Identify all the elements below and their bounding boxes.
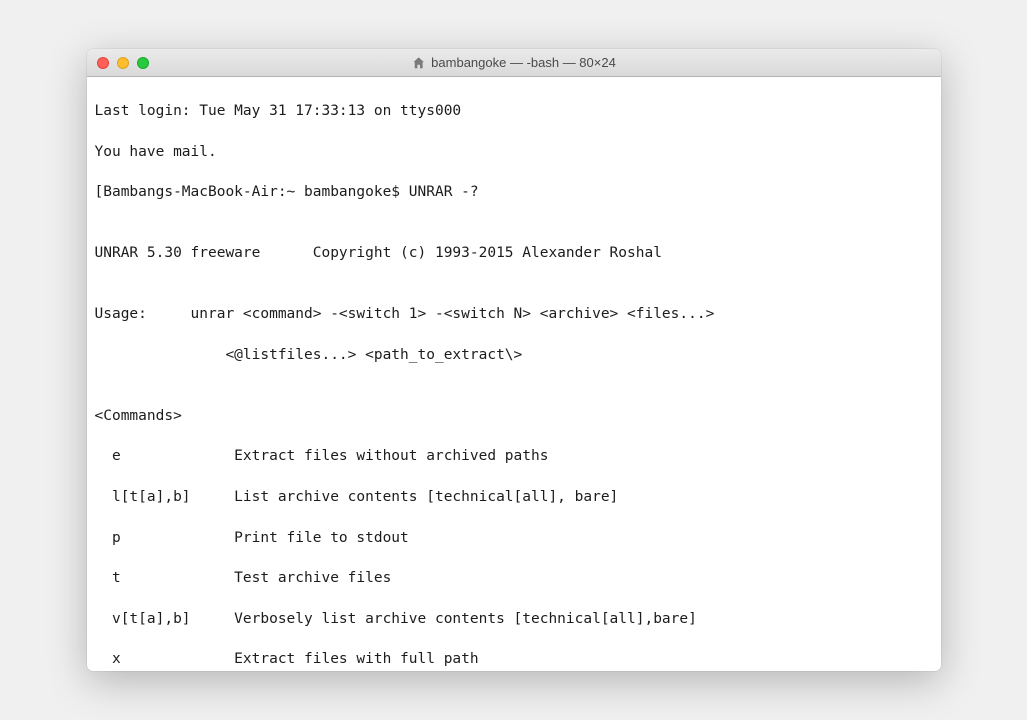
maximize-button[interactable]	[137, 57, 149, 69]
terminal-content[interactable]: Last login: Tue May 31 17:33:13 on ttys0…	[87, 77, 941, 671]
terminal-line: UNRAR 5.30 freeware Copyright (c) 1993-2…	[95, 243, 933, 263]
terminal-window: bambangoke — -bash — 80×24 Last login: T…	[87, 49, 941, 671]
titlebar[interactable]: bambangoke — -bash — 80×24	[87, 49, 941, 77]
terminal-line: x Extract files with full path	[95, 649, 933, 669]
terminal-line: <Commands>	[95, 406, 933, 426]
terminal-line: p Print file to stdout	[95, 528, 933, 548]
window-title-text: bambangoke — -bash — 80×24	[431, 55, 616, 70]
close-button[interactable]	[97, 57, 109, 69]
traffic-lights	[87, 57, 149, 69]
terminal-line: Last login: Tue May 31 17:33:13 on ttys0…	[95, 101, 933, 121]
terminal-line: t Test archive files	[95, 568, 933, 588]
terminal-line: e Extract files without archived paths	[95, 446, 933, 466]
terminal-line: Usage: unrar <command> -<switch 1> -<swi…	[95, 304, 933, 324]
home-icon	[411, 56, 425, 70]
terminal-line: [Bambangs-MacBook-Air:~ bambangoke$ UNRA…	[95, 182, 933, 202]
terminal-line: <@listfiles...> <path_to_extract\>	[95, 345, 933, 365]
terminal-line: You have mail.	[95, 142, 933, 162]
minimize-button[interactable]	[117, 57, 129, 69]
window-title: bambangoke — -bash — 80×24	[411, 55, 616, 70]
terminal-line: l[t[a],b] List archive contents [technic…	[95, 487, 933, 507]
terminal-line: v[t[a],b] Verbosely list archive content…	[95, 609, 933, 629]
